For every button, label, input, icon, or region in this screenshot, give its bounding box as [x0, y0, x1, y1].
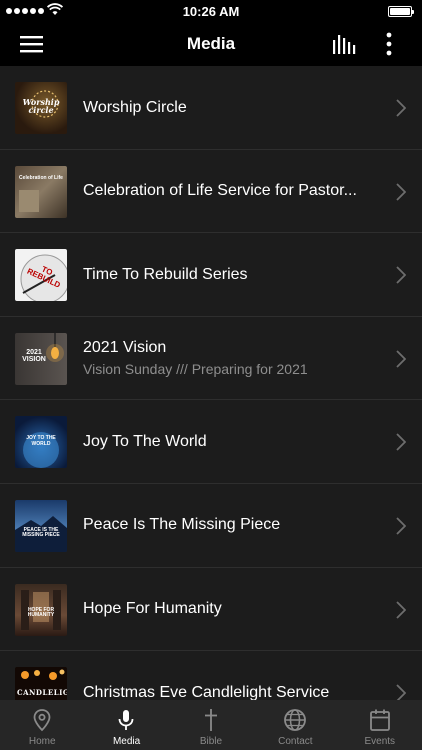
thumbnail-text: 2021 VISION [22, 348, 46, 364]
chevron-right-icon [396, 600, 406, 619]
navigation-bar: Media [0, 22, 422, 66]
page-title: Media [186, 34, 236, 53]
media-item-joy-to-the-world[interactable]: JOY TO THE WORLD Joy To The World [0, 400, 422, 484]
globe-icon [284, 709, 307, 731]
microphone-icon [118, 710, 134, 730]
tab-label: Contact [278, 736, 313, 747]
tab-home[interactable]: Home [0, 700, 84, 750]
tab-label: Bible [199, 736, 223, 747]
tab-events[interactable]: Events [338, 700, 422, 750]
tab-label: Home [28, 736, 56, 747]
media-item-2021-vision[interactable]: 2021 VISION 2021 Vision Vision Sunday //… [0, 317, 422, 401]
thumbnail-text: HOPE FOR HUMANITY [27, 606, 55, 618]
tab-label: Events [364, 736, 396, 747]
media-item-title: Peace Is The Missing Piece [83, 516, 281, 534]
thumbnail-text: Celebration of Life [19, 174, 63, 181]
thumbnail-text: JOY TO THE WORLD [26, 435, 56, 447]
more-vertical-icon [386, 32, 392, 56]
media-thumbnail: TO REBUILD [15, 249, 67, 302]
media-item-title: Christmas Eve Candlelight Service [83, 683, 330, 700]
media-thumbnail: PEACE IS THE MISSING PIECE [15, 499, 67, 552]
media-item-title: Joy To The World [83, 432, 207, 450]
media-item-peace-is-the-missing-piece[interactable]: PEACE IS THE MISSING PIECE Peace Is The … [0, 484, 422, 568]
media-item-worship-circle[interactable]: Worship circle Worship Circle [0, 66, 422, 150]
thumbnail-text: PEACE IS THE MISSING PIECE [22, 526, 60, 539]
chevron-right-icon [396, 99, 406, 117]
tab-bible[interactable]: Bible [169, 700, 253, 750]
tab-media[interactable]: Media [84, 700, 168, 750]
media-item-title: 2021 Vision [83, 339, 167, 357]
now-playing-button[interactable] [330, 32, 358, 56]
cross-icon [204, 709, 217, 731]
media-item-title: Hope For Humanity [83, 600, 222, 618]
media-thumbnail: CANDLELIG [15, 667, 67, 700]
tab-contact[interactable]: Contact [253, 700, 337, 750]
media-thumbnail: Worship circle [15, 82, 67, 134]
media-thumbnail: JOY TO THE WORLD [15, 416, 67, 469]
tab-bar: Home Media Bible Contact Events [0, 700, 422, 750]
chevron-right-icon [396, 182, 406, 201]
media-item-subtitle: Vision Sunday /// Preparing for 2021 [83, 361, 308, 378]
chevron-right-icon [396, 517, 406, 535]
more-options-button[interactable] [378, 30, 400, 58]
media-item-title: Worship Circle [83, 98, 187, 116]
map-pin-icon [33, 709, 51, 732]
media-item-christmas-eve-candlelight[interactable]: CANDLELIG Christmas Eve Candlelight Serv… [0, 651, 422, 700]
status-time: 10:26 AM [182, 4, 240, 19]
media-thumbnail: Celebration of Life [15, 165, 67, 218]
media-list[interactable]: Worship circle Worship Circle Celebratio… [0, 66, 422, 700]
media-item-time-to-rebuild[interactable]: TO REBUILD Time To Rebuild Series [0, 233, 422, 317]
equalizer-icon [333, 35, 356, 54]
media-thumbnail: 2021 VISION [15, 332, 67, 385]
calendar-icon [369, 709, 390, 731]
tab-label: Media [112, 736, 141, 747]
media-item-title: Celebration of Life Service for Pastor..… [83, 182, 357, 200]
media-item-title: Time To Rebuild Series [83, 265, 248, 283]
media-thumbnail: HOPE FOR HUMANITY [15, 583, 67, 636]
chevron-right-icon [396, 684, 406, 700]
battery-icon [388, 6, 414, 17]
status-bar: 10:26 AM [0, 0, 422, 22]
chevron-right-icon [396, 433, 406, 452]
thumbnail-text: Worship circle [22, 97, 60, 116]
thumbnail-text: CANDLELIG [17, 688, 67, 698]
chevron-right-icon [396, 266, 406, 284]
media-item-celebration-of-life[interactable]: Celebration of Life Celebration of Life … [0, 150, 422, 234]
media-item-hope-for-humanity[interactable]: HOPE FOR HUMANITY Hope For Humanity [0, 568, 422, 652]
chevron-right-icon [396, 350, 406, 368]
